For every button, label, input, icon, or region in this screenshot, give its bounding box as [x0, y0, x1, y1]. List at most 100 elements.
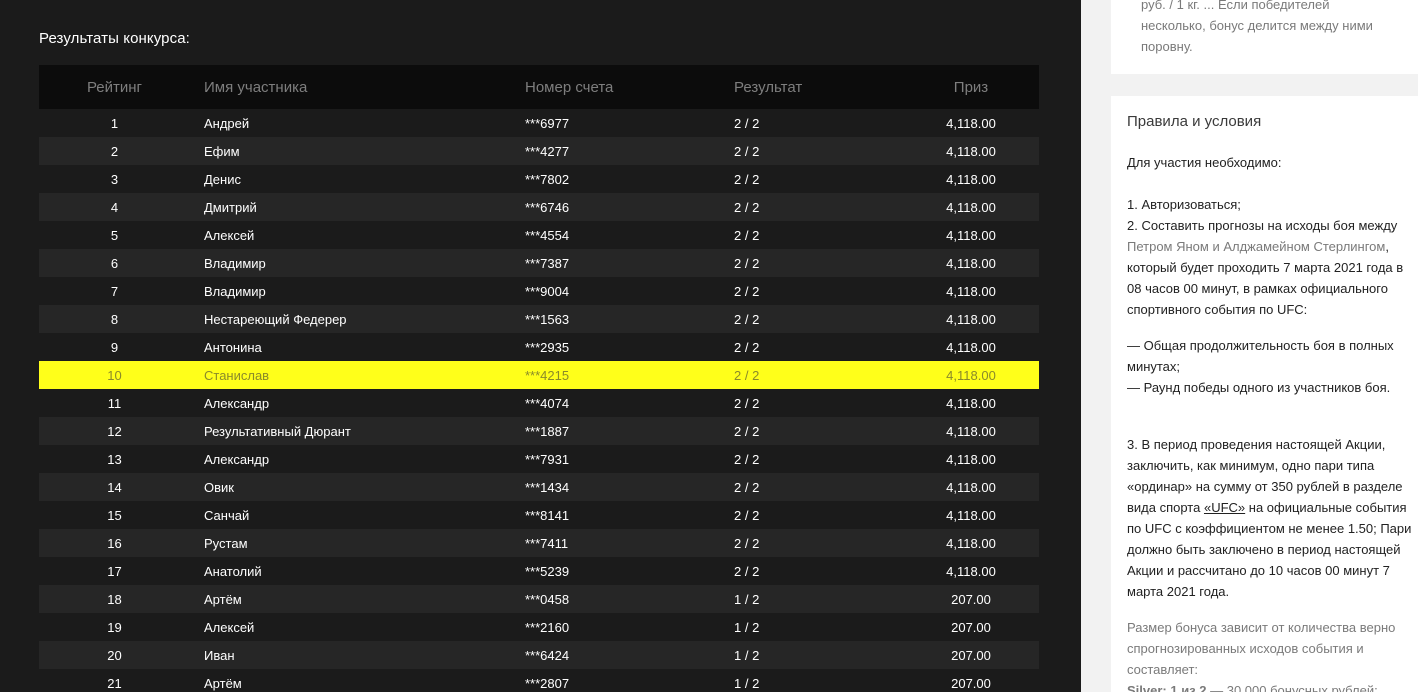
name-cell: Алексей — [204, 227, 255, 243]
results-table: Рейтинг Имя участника Номер счета Резуль… — [39, 65, 1039, 692]
name-cell: Артём — [204, 591, 242, 607]
result-cell: 1 / 2 — [734, 647, 760, 663]
rank-cell: 6 — [110, 255, 119, 271]
rank-cell: 7 — [110, 283, 119, 299]
rules-step-1: 1. Авторизоваться; — [1127, 197, 1241, 212]
account-cell: ***7931 — [525, 451, 570, 467]
result-cell: 2 / 2 — [734, 255, 760, 271]
prize-cell: 4,118.00 — [946, 507, 996, 523]
prize-cell: 4,118.00 — [946, 199, 996, 215]
prize-cell: 4,118.00 — [946, 115, 996, 131]
account-cell: ***1434 — [525, 479, 570, 495]
rules-bullet-2: — Раунд победы одного из участников боя. — [1127, 380, 1391, 395]
table-row: 6 Владимир ***7387 2 / 2 4,118.00 — [39, 249, 1039, 277]
rank-cell: 18 — [107, 591, 122, 607]
result-cell: 2 / 2 — [734, 395, 760, 411]
table-row: 11 Александр ***4074 2 / 2 4,118.00 — [39, 389, 1039, 417]
results-panel: Результаты конкурса: Рейтинг Имя участни… — [0, 0, 1081, 692]
result-cell: 2 / 2 — [734, 115, 760, 131]
table-row: 17 Анатолий ***5239 2 / 2 4,118.00 — [39, 557, 1039, 585]
result-cell: 1 / 2 — [734, 675, 760, 691]
result-cell: 2 / 2 — [734, 563, 760, 579]
rules-step-3: 3. В период проведения настоящей Акции, … — [1127, 434, 1412, 602]
rules-intro: Для участия необходимо: — [1127, 155, 1282, 170]
bonus-info-card: руб. / 1 кг. ... Если победителей нескол… — [1111, 0, 1418, 74]
name-cell: Антонина — [204, 339, 262, 355]
column-header-prize: Приз — [953, 78, 989, 96]
result-cell: 1 / 2 — [734, 591, 760, 607]
prize-cell: 4,118.00 — [946, 479, 996, 495]
column-header-account: Номер счета — [525, 78, 614, 96]
result-cell: 2 / 2 — [734, 227, 760, 243]
name-cell: Анатолий — [204, 563, 262, 579]
prize-cell: 207.00 — [951, 619, 991, 635]
rank-cell: 2 — [110, 143, 119, 159]
bonus-info-line: несколько, бонус делится между ними — [1141, 18, 1373, 33]
table-header-row: Рейтинг Имя участника Номер счета Резуль… — [39, 65, 1039, 109]
name-cell: Дмитрий — [204, 199, 257, 215]
prize-cell: 4,118.00 — [946, 451, 996, 467]
result-cell: 2 / 2 — [734, 283, 760, 299]
rank-cell: 14 — [107, 479, 122, 495]
account-cell: ***2807 — [525, 675, 570, 691]
name-cell: Владимир — [204, 283, 266, 299]
table-row: 16 Рустам ***7411 2 / 2 4,118.00 — [39, 529, 1039, 557]
table-row: 13 Александр ***7931 2 / 2 4,118.00 — [39, 445, 1039, 473]
rank-cell: 19 — [107, 619, 122, 635]
rank-cell: 8 — [110, 311, 119, 327]
rank-cell: 21 — [107, 675, 122, 691]
name-cell: Денис — [204, 171, 241, 187]
table-row: 4 Дмитрий ***6746 2 / 2 4,118.00 — [39, 193, 1039, 221]
prize-cell: 4,118.00 — [946, 171, 996, 187]
rank-cell: 11 — [107, 395, 122, 411]
name-cell: Результативный Дюрант — [204, 423, 351, 439]
result-cell: 2 / 2 — [734, 143, 760, 159]
rules-card: Правила и условия Для участия необходимо… — [1111, 96, 1418, 692]
account-cell: ***7411 — [525, 535, 569, 551]
table-row-highlighted: 10 Станислав ***4215 2 / 2 4,118.00 — [39, 361, 1039, 389]
account-cell: ***6746 — [525, 199, 570, 215]
rank-cell: 9 — [110, 339, 119, 355]
table-row: 14 Овик ***1434 2 / 2 4,118.00 — [39, 473, 1039, 501]
table-row: 21 Артём ***2807 1 / 2 207.00 — [39, 669, 1039, 692]
table-row: 5 Алексей ***4554 2 / 2 4,118.00 — [39, 221, 1039, 249]
bonus-size-text: Размер бонуса зависит от количества верн… — [1127, 620, 1396, 677]
table-row: 2 Ефим ***4277 2 / 2 4,118.00 — [39, 137, 1039, 165]
name-cell: Станислав — [204, 367, 270, 383]
name-cell: Артём — [204, 675, 242, 691]
rank-cell: 10 — [107, 367, 122, 383]
result-cell: 2 / 2 — [734, 423, 760, 439]
account-cell: ***7802 — [525, 171, 570, 187]
name-cell: Андрей — [204, 115, 250, 131]
result-cell: 2 / 2 — [734, 171, 760, 187]
ufc-link[interactable]: «UFC» — [1204, 500, 1245, 515]
name-cell: Ефим — [204, 143, 240, 159]
rules-step-2: 2. Составить прогнозы на исходы боя межд… — [1127, 215, 1412, 320]
prize-cell: 4,118.00 — [946, 255, 996, 271]
name-cell: Владимир — [204, 255, 266, 271]
account-cell: ***1563 — [525, 311, 570, 327]
account-cell: ***1887 — [525, 423, 570, 439]
account-cell: ***4277 — [525, 143, 570, 159]
prize-cell: 4,118.00 — [946, 143, 996, 159]
name-cell: Нестареющий Федерер — [204, 311, 347, 327]
rank-cell: 13 — [107, 451, 122, 467]
bonus-info-line: поровну. — [1141, 39, 1193, 54]
rules-bullet-1: — Общая продолжительность боя в полных м… — [1127, 338, 1394, 374]
prize-cell: 4,118.00 — [946, 227, 996, 243]
account-cell: ***2160 — [525, 619, 570, 635]
result-cell: 2 / 2 — [734, 451, 760, 467]
prize-cell: 4,118.00 — [946, 311, 996, 327]
table-row: 20 Иван ***6424 1 / 2 207.00 — [39, 641, 1039, 669]
table-row: 1 Андрей ***6977 2 / 2 4,118.00 — [39, 109, 1039, 137]
prize-cell: 4,118.00 — [946, 339, 996, 355]
rules-title: Правила и условия — [1127, 113, 1262, 130]
result-cell: 2 / 2 — [734, 479, 760, 495]
fight-participants-link[interactable]: Петром Яном и Алджамейном Стерлингом — [1127, 239, 1385, 254]
rank-cell: 4 — [110, 199, 119, 215]
prize-cell: 4,118.00 — [946, 535, 996, 551]
prize-cell: 4,118.00 — [946, 423, 996, 439]
silver-tier: Silver: 1 из 2 — 30 000 бонусных рублей; — [1127, 680, 1412, 692]
bonus-info-partial-line: руб. / 1 кг. ... Если победителей — [1141, 0, 1330, 12]
column-header-result: Результат — [734, 78, 803, 96]
